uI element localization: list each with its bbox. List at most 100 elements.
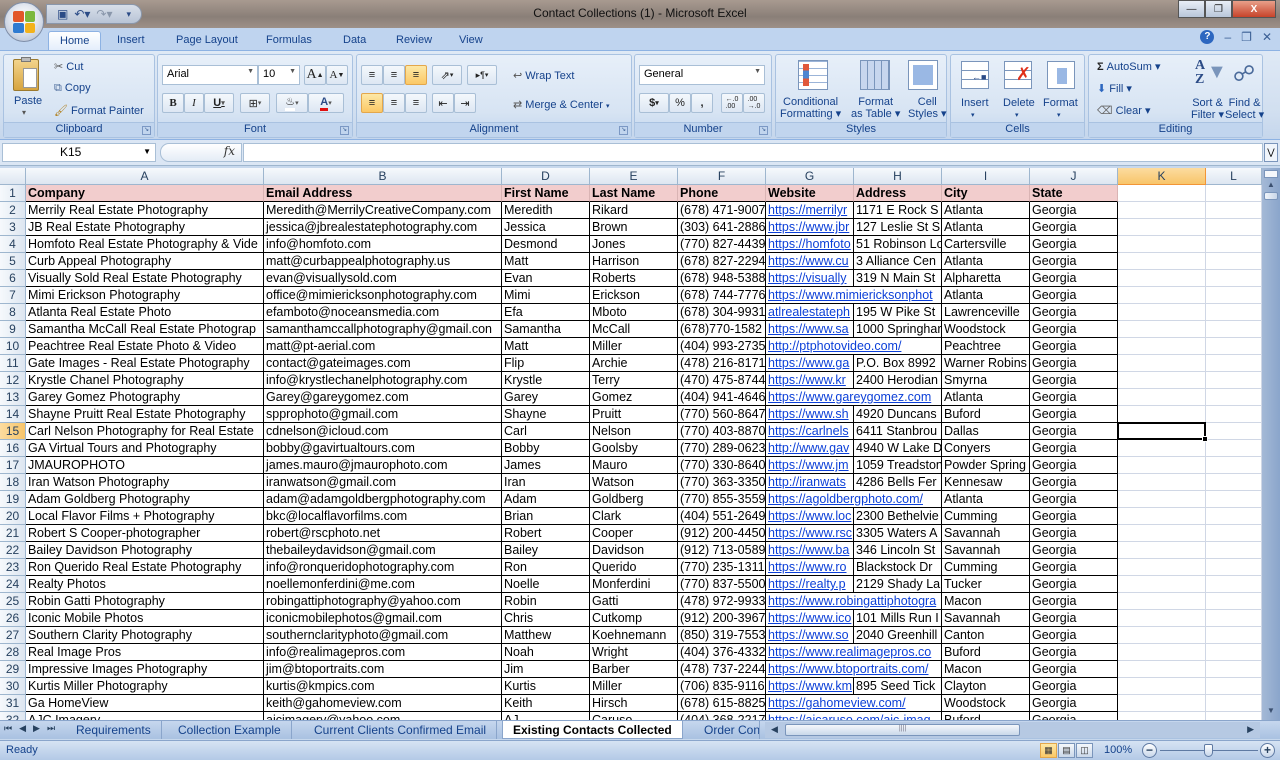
data-cell[interactable]: http://ptphotovideo.com/: [766, 338, 942, 355]
decrease-decimal-button[interactable]: .00 →.0: [743, 93, 765, 113]
data-cell[interactable]: (770) 560-8647: [678, 406, 766, 423]
sheet-tab-requirements[interactable]: Requirements: [66, 721, 162, 739]
data-cell[interactable]: Meredith: [502, 202, 590, 219]
format-as-table-button[interactable]: Format as Table ▾: [851, 96, 900, 120]
data-cell[interactable]: https://gahomeview.com/: [766, 695, 942, 712]
bold-button[interactable]: B: [162, 93, 184, 113]
data-cell[interactable]: Buford: [942, 712, 1030, 720]
data-cell[interactable]: Cutkomp: [590, 610, 678, 627]
data-cell[interactable]: 4940 W Lake D: [854, 440, 942, 457]
data-cell[interactable]: Georgia: [1030, 423, 1118, 440]
data-cell[interactable]: Southern Clarity Photography: [26, 627, 264, 644]
data-cell[interactable]: spprophoto@gmail.com: [264, 406, 502, 423]
middle-align-button[interactable]: ≡: [383, 65, 405, 85]
empty-cell[interactable]: [1206, 593, 1262, 610]
row-header-31[interactable]: 31: [0, 695, 26, 712]
data-cell[interactable]: Gate Images - Real Estate Photography: [26, 355, 264, 372]
data-cell[interactable]: https://www.mimiericksonphot: [766, 287, 942, 304]
data-cell[interactable]: Georgia: [1030, 610, 1118, 627]
delete-button[interactable]: Delete: [1003, 97, 1035, 109]
row-header-5[interactable]: 5: [0, 253, 26, 270]
row-header-24[interactable]: 24: [0, 576, 26, 593]
data-cell[interactable]: ajcimagery@yahoo.com: [264, 712, 502, 720]
data-cell[interactable]: Woodstock: [942, 321, 1030, 338]
row-header-32[interactable]: 32: [0, 712, 26, 720]
data-cell[interactable]: Local Flavor Films + Photography: [26, 508, 264, 525]
empty-cell[interactable]: [1118, 542, 1206, 559]
data-cell[interactable]: https://visually: [766, 270, 854, 287]
font-size-combo[interactable]: 10 ▼: [258, 65, 300, 85]
data-cell[interactable]: Georgia: [1030, 457, 1118, 474]
empty-cell[interactable]: [1206, 287, 1262, 304]
sheet-tab-collection-example[interactable]: Collection Example: [168, 721, 292, 739]
data-cell[interactable]: 101 Mills Run I: [854, 610, 942, 627]
column-header-h[interactable]: H: [854, 168, 942, 185]
page-break-preview-icon[interactable]: ◫: [1076, 743, 1093, 758]
data-cell[interactable]: JMAUROPHOTO: [26, 457, 264, 474]
data-cell[interactable]: 6411 Stanbrou: [854, 423, 942, 440]
data-cell[interactable]: https://www.sa: [766, 321, 854, 338]
data-cell[interactable]: Bailey: [502, 542, 590, 559]
data-cell[interactable]: Cumming: [942, 559, 1030, 576]
workbook-close-icon[interactable]: ✕: [1262, 30, 1272, 44]
data-cell[interactable]: Visually Sold Real Estate Photography: [26, 270, 264, 287]
data-cell[interactable]: Krystle: [502, 372, 590, 389]
data-cell[interactable]: 1059 Treadston: [854, 457, 942, 474]
data-cell[interactable]: Georgia: [1030, 678, 1118, 695]
empty-cell[interactable]: [1206, 474, 1262, 491]
empty-cell[interactable]: [1206, 542, 1262, 559]
data-cell[interactable]: https://www.gareygomez.com: [766, 389, 942, 406]
data-cell[interactable]: keith@gahomeview.com: [264, 695, 502, 712]
data-cell[interactable]: matt@curbappealphotography.us: [264, 253, 502, 270]
data-cell[interactable]: Dallas: [942, 423, 1030, 440]
data-cell[interactable]: (770) 289-0623: [678, 440, 766, 457]
data-cell[interactable]: Smyrna: [942, 372, 1030, 389]
data-cell[interactable]: McCall: [590, 321, 678, 338]
data-cell[interactable]: Georgia: [1030, 338, 1118, 355]
clear-button[interactable]: ⌫ Clear ▾: [1097, 104, 1151, 117]
empty-cell[interactable]: [1206, 576, 1262, 593]
empty-cell[interactable]: [1206, 525, 1262, 542]
data-cell[interactable]: 2040 Greenhill: [854, 627, 942, 644]
empty-cell[interactable]: [1118, 627, 1206, 644]
data-cell[interactable]: Hirsch: [590, 695, 678, 712]
data-cell[interactable]: https://www.so: [766, 627, 854, 644]
data-cell[interactable]: Savannah: [942, 542, 1030, 559]
comma-button[interactable]: ,: [691, 93, 713, 113]
align-center-button[interactable]: ≡: [383, 93, 405, 113]
data-cell[interactable]: Impressive Images Photography: [26, 661, 264, 678]
data-cell[interactable]: Atlanta Real Estate Photo: [26, 304, 264, 321]
data-cell[interactable]: Iran Watson Photography: [26, 474, 264, 491]
data-cell[interactable]: samanthamccallphotography@gmail.con: [264, 321, 502, 338]
normal-view-icon[interactable]: ▦: [1040, 743, 1057, 758]
column-header-i[interactable]: I: [942, 168, 1030, 185]
font-color-button[interactable]: A ▾: [308, 93, 344, 113]
data-cell[interactable]: Krystle Chanel Photography: [26, 372, 264, 389]
data-cell[interactable]: https://www.rsc: [766, 525, 854, 542]
empty-cell[interactable]: [1118, 525, 1206, 542]
clipboard-dialog-launcher[interactable]: ↘: [142, 126, 151, 135]
scroll-down-icon[interactable]: ▼: [1264, 706, 1278, 716]
empty-cell[interactable]: [1118, 219, 1206, 236]
data-cell[interactable]: noellemonferdini@me.com: [264, 576, 502, 593]
chevron-down-icon[interactable]: ▼: [143, 147, 151, 156]
empty-cell[interactable]: [1206, 389, 1262, 406]
data-cell[interactable]: (678) 827-2294: [678, 253, 766, 270]
data-cell[interactable]: Miller: [590, 678, 678, 695]
fill-handle[interactable]: [1202, 436, 1208, 442]
row-header-25[interactable]: 25: [0, 593, 26, 610]
data-cell[interactable]: Adam: [502, 491, 590, 508]
data-cell[interactable]: Georgia: [1030, 593, 1118, 610]
data-cell[interactable]: Carl: [502, 423, 590, 440]
row-header-7[interactable]: 7: [0, 287, 26, 304]
fill-button[interactable]: ⬇ Fill ▾: [1097, 82, 1132, 95]
data-cell[interactable]: 3 Alliance Cen: [854, 253, 942, 270]
empty-cell[interactable]: [1118, 644, 1206, 661]
data-cell[interactable]: adam@adamgoldbergphotography.com: [264, 491, 502, 508]
data-cell[interactable]: https://agoldbergphoto.com/: [766, 491, 942, 508]
zoom-slider-thumb[interactable]: [1204, 744, 1213, 757]
data-cell[interactable]: Gatti: [590, 593, 678, 610]
empty-cell[interactable]: [1118, 661, 1206, 678]
data-cell[interactable]: (678)770-1582: [678, 321, 766, 338]
row-header-12[interactable]: 12: [0, 372, 26, 389]
